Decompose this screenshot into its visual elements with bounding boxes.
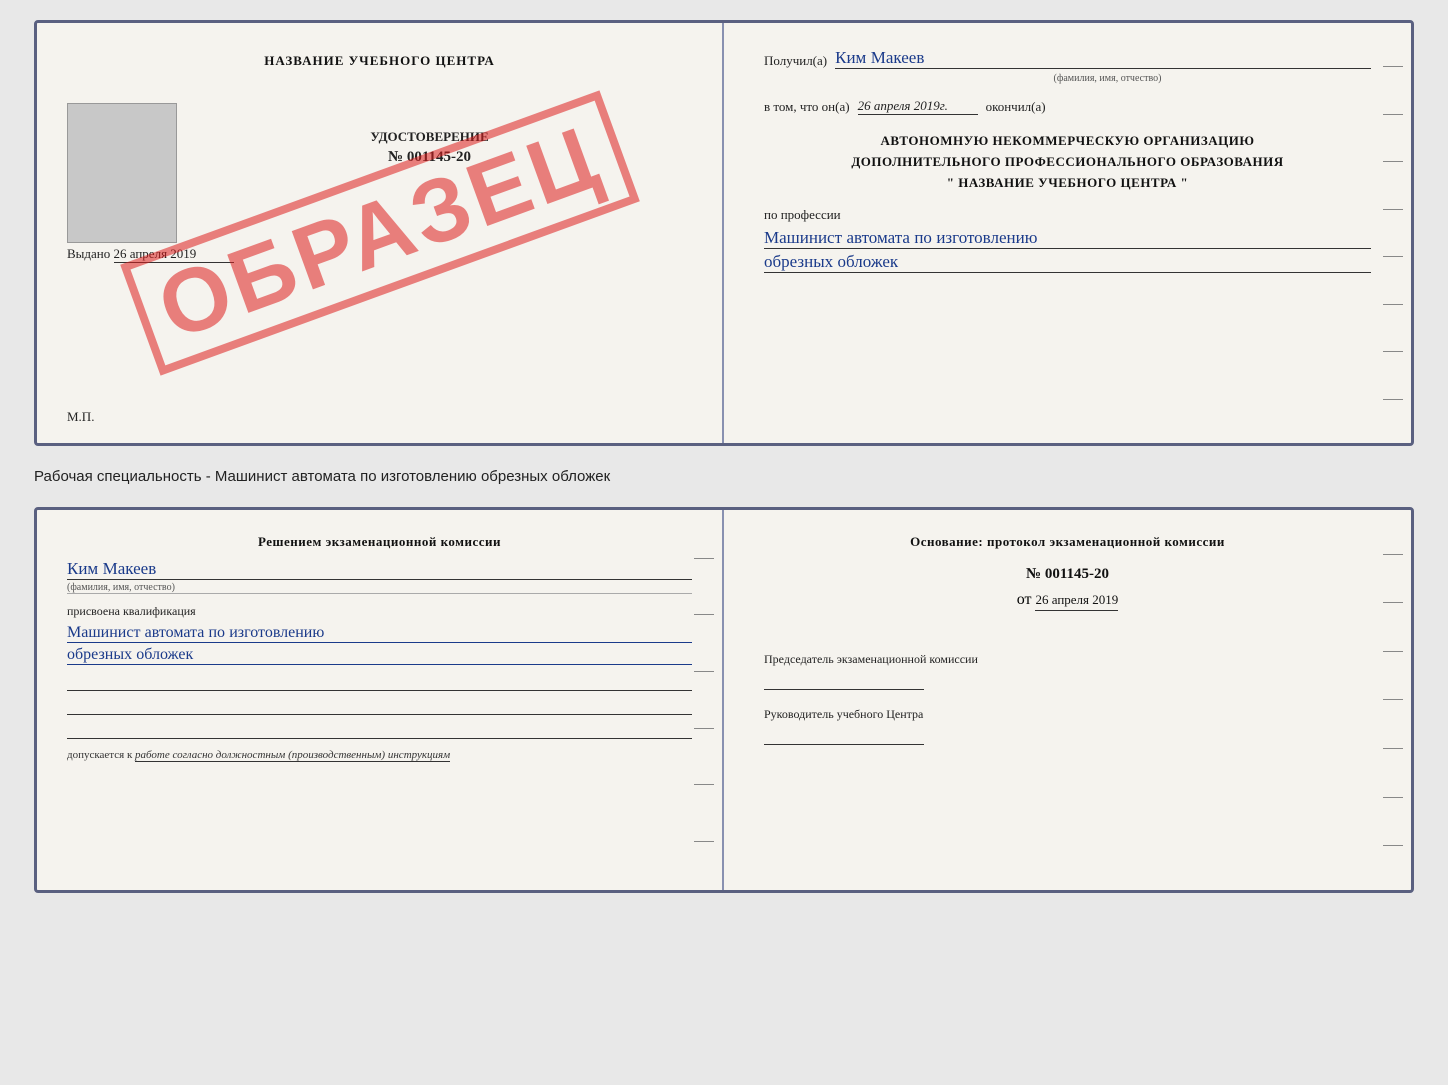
blank-line-3 xyxy=(67,721,692,739)
side-line-6 xyxy=(1383,304,1403,305)
right-side-lines-2 xyxy=(694,510,714,890)
допускается-prefix: допускается к xyxy=(67,749,132,761)
chairman-signature-line xyxy=(764,672,924,690)
issued-date-area: Выдано 26 апреля 2019 xyxy=(67,246,692,263)
issued-date-value: 26 апреля 2019 xyxy=(114,246,234,263)
date-value: 26 апреля 2019г. xyxy=(858,98,978,115)
cert-label: УДОСТОВЕРЕНИЕ xyxy=(167,129,692,145)
blank-line-1 xyxy=(67,673,692,691)
recipient-name: Ким Макеев xyxy=(835,47,1371,69)
small-hint: (фамилия, имя, отчество) xyxy=(67,582,692,594)
date-prefix: в том, что он(а) xyxy=(764,99,850,115)
recipient-label: Получил(а) xyxy=(764,53,827,69)
doc1-right: Получил(а) Ким Макеев (фамилия, имя, отч… xyxy=(724,23,1411,443)
cert-number: № 001145-20 xyxy=(167,149,692,166)
director-signature-line xyxy=(764,727,924,745)
date-line: в том, что он(а) 26 апреля 2019г. окончи… xyxy=(764,98,1371,115)
side-line-c1 xyxy=(1383,554,1403,555)
document-bottom: Решением экзаменационной комиссии Ким Ма… xyxy=(34,507,1414,893)
doc2-left: Решением экзаменационной комиссии Ким Ма… xyxy=(37,510,724,890)
date-suffix: окончил(а) xyxy=(986,99,1046,115)
side-line-c3 xyxy=(1383,651,1403,652)
side-line-3 xyxy=(1383,161,1403,162)
side-line-b4 xyxy=(694,728,714,729)
side-line-b6 xyxy=(694,841,714,842)
side-line-c6 xyxy=(1383,797,1403,798)
issued-label: Выдано xyxy=(67,246,110,261)
commission-title: Решением экзаменационной комиссии xyxy=(67,534,692,550)
side-line-b1 xyxy=(694,558,714,559)
org-line2: ДОПОЛНИТЕЛЬНОГО ПРОФЕССИОНАЛЬНОГО ОБРАЗО… xyxy=(764,152,1371,173)
qualification-line2: обрезных обложек xyxy=(67,645,692,665)
profession-prefix: по профессии xyxy=(764,207,1371,223)
right-side-lines xyxy=(1383,23,1403,443)
profession-line1: Машинист автомата по изготовлению xyxy=(764,227,1371,249)
side-line-1 xyxy=(1383,66,1403,67)
protocol-date-wrapper: от 26 апреля 2019 xyxy=(764,591,1371,631)
side-line-c7 xyxy=(1383,845,1403,846)
document-top: НАЗВАНИЕ УЧЕБНОГО ЦЕНТРА ОБРАЗЕЦ УДОСТОВ… xyxy=(34,20,1414,446)
right-side-lines-3 xyxy=(1383,510,1403,890)
допускается-text: допускается к работе согласно должностны… xyxy=(67,749,692,761)
director-block: Руководитель учебного Центра xyxy=(764,706,1371,745)
org-block: АВТОНОМНУЮ НЕКОММЕРЧЕСКУЮ ОРГАНИЗАЦИЮ ДО… xyxy=(764,131,1371,193)
director-label: Руководитель учебного Центра xyxy=(764,706,1371,723)
cert-number-area: УДОСТОВЕРЕНИЕ № 001145-20 xyxy=(167,129,692,166)
date-от-prefix: от xyxy=(1017,591,1032,608)
org-name: " НАЗВАНИЕ УЧЕБНОГО ЦЕНТРА " xyxy=(764,173,1371,194)
side-line-5 xyxy=(1383,256,1403,257)
qualification-label: присвоена квалификация xyxy=(67,604,692,619)
side-line-7 xyxy=(1383,351,1403,352)
side-line-c2 xyxy=(1383,602,1403,603)
profession-line2: обрезных обложек xyxy=(764,251,1371,273)
допускается-italic: работе согласно должностным (производств… xyxy=(135,749,450,762)
side-line-8 xyxy=(1383,399,1403,400)
school-name-top: НАЗВАНИЕ УЧЕБНОГО ЦЕНТРА xyxy=(67,53,692,69)
recipient-line: Получил(а) Ким Макеев xyxy=(764,47,1371,69)
mp-label: М.П. xyxy=(67,409,94,425)
chairman-label: Председатель экзаменационной комиссии xyxy=(764,651,1371,668)
photo-placeholder xyxy=(67,103,177,243)
doc2-right: Основание: протокол экзаменационной коми… xyxy=(724,510,1411,890)
side-line-4 xyxy=(1383,209,1403,210)
org-line1: АВТОНОМНУЮ НЕКОММЕРЧЕСКУЮ ОРГАНИЗАЦИЮ xyxy=(764,131,1371,152)
side-line-b5 xyxy=(694,784,714,785)
commission-name: Ким Макеев xyxy=(67,558,692,580)
qualification-line1: Машинист автомата по изготовлению xyxy=(67,623,692,643)
side-line-2 xyxy=(1383,114,1403,115)
fio-hint: (фамилия, имя, отчество) xyxy=(844,73,1371,84)
side-line-c4 xyxy=(1383,699,1403,700)
side-line-b2 xyxy=(694,614,714,615)
blank-line-2 xyxy=(67,697,692,715)
side-line-c5 xyxy=(1383,748,1403,749)
side-line-b3 xyxy=(694,671,714,672)
caption-line: Рабочая специальность - Машинист автомат… xyxy=(34,462,1414,491)
osnование-title: Основание: протокол экзаменационной коми… xyxy=(764,534,1371,550)
protocol-date: 26 апреля 2019 xyxy=(1035,592,1118,611)
chairman-block: Председатель экзаменационной комиссии xyxy=(764,651,1371,690)
doc1-left: НАЗВАНИЕ УЧЕБНОГО ЦЕНТРА ОБРАЗЕЦ УДОСТОВ… xyxy=(37,23,724,443)
protocol-number: № 001145-20 xyxy=(764,566,1371,583)
